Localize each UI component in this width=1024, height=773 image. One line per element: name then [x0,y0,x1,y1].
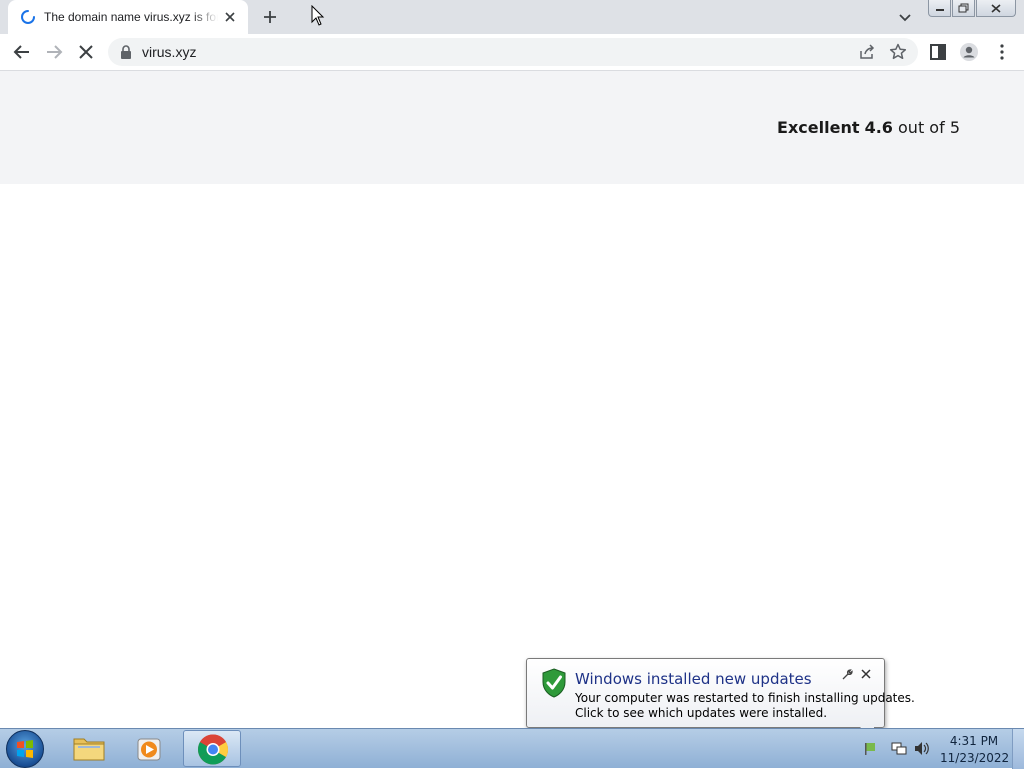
side-panel-icon[interactable] [928,42,948,62]
notification-line-2[interactable]: Click to see which updates were installe… [575,706,827,720]
page-header-band: Excellent 4.6 out of 5 [0,71,1024,184]
forward-button[interactable] [44,42,64,62]
restore-icon [958,3,969,13]
clock-date[interactable]: 11/23/2022 [940,751,1009,765]
start-button[interactable] [6,730,44,768]
chrome-icon [197,734,228,765]
chevron-down-icon[interactable] [896,8,914,26]
window-close-button[interactable] [976,0,1016,17]
profile-button[interactable] [959,42,979,62]
wrench-icon[interactable] [842,669,853,680]
stop-loading-button[interactable] [76,42,96,62]
minimize-icon [935,9,944,11]
minimize-button[interactable] [928,0,951,17]
close-icon[interactable] [222,9,238,25]
rating-label: Excellent [777,118,860,137]
tab-title: The domain name virus.xyz is for sale [44,10,218,24]
lock-icon[interactable] [120,45,132,59]
tab-strip: The domain name virus.xyz is for sale [0,0,1024,34]
clock-time[interactable]: 4:31 PM [940,734,1008,748]
windows-logo-icon [17,740,33,758]
kebab-menu-icon[interactable] [992,42,1012,62]
browser-tab[interactable]: The domain name virus.xyz is for sale [8,0,248,34]
notification-title[interactable]: Windows installed new updates [575,670,812,688]
taskbar: 4:31 PM 11/23/2022 [0,728,1024,769]
close-icon[interactable] [860,668,872,680]
action-center-flag-icon[interactable] [863,741,877,755]
loading-spinner-icon [21,10,35,24]
close-icon [991,3,1001,13]
notification-line-1[interactable]: Your computer was restarted to finish in… [575,691,915,705]
show-desktop-button[interactable] [1012,729,1024,769]
browser-toolbar: virus.xyz [0,34,1024,71]
rating-suffix: out of 5 [898,118,960,137]
volume-icon[interactable] [914,741,930,756]
share-icon[interactable] [858,43,876,61]
update-notification-balloon[interactable]: Windows installed new updates Your compu… [526,658,915,728]
taskbar-app-explorer[interactable] [60,730,118,767]
back-button[interactable] [12,42,32,62]
shield-check-icon [542,668,566,698]
star-icon[interactable] [889,43,907,61]
rating-text: Excellent 4.6 out of 5 [777,118,960,137]
folder-icon [73,738,105,761]
address-bar[interactable]: virus.xyz [108,38,918,66]
new-tab-button[interactable] [258,6,282,28]
url-text[interactable]: virus.xyz [142,44,196,60]
media-player-icon [137,738,161,761]
taskbar-app-media-player[interactable] [121,730,179,767]
window-controls [928,0,1018,18]
rating-score: 4.6 [864,118,893,137]
network-icon[interactable] [891,741,907,756]
mouse-cursor-icon [311,5,325,26]
restore-button[interactable] [952,0,975,17]
taskbar-app-chrome[interactable] [183,730,241,767]
